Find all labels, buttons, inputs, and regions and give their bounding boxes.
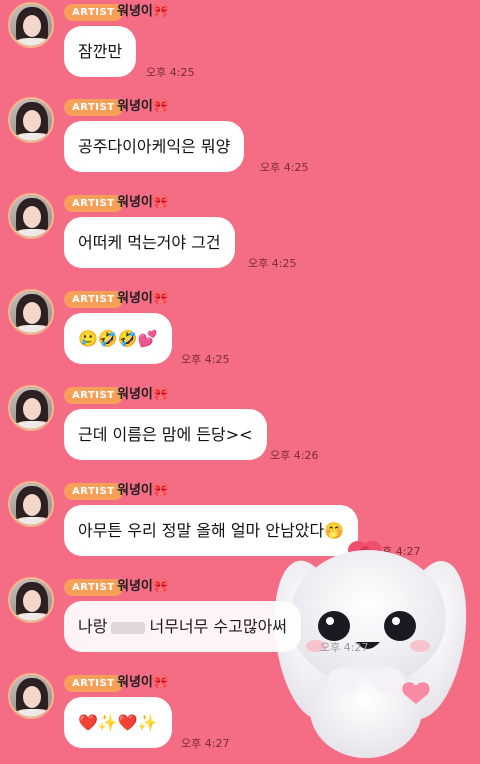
avatar[interactable] [8,97,54,143]
avatar[interactable] [8,193,54,239]
artist-badge: ARTIST [64,4,123,21]
message-bubble[interactable]: 어떠케 먹는거야 그건 [64,217,235,268]
message-time: 오후 4:26 [270,449,319,462]
artist-badge: ARTIST [64,195,123,212]
sender-name: 워녕이🎀 [117,579,170,594]
message-text-start: 나랑 [78,617,108,636]
chat-message: ARTIST 워녕이🎀 잠깐만 오후 4:25 [0,2,480,98]
sender-name: 워녕이🎀 [117,387,170,402]
chat-message: ARTIST 워녕이🎀 공주다이아케익은 뭐양 오후 4:25 [0,97,480,193]
chat-area: ARTIST 워녕이🎀 잠깐만 오후 4:25 ARTIST 워녕이🎀 공주다이… [0,0,480,764]
blurred-name [111,621,146,634]
avatar[interactable] [8,289,54,335]
sender-name: 워녕이🎀 [117,675,170,690]
sender-name: 워녕이🎀 [117,195,170,210]
avatar[interactable] [8,577,54,623]
message-time: 오후 4:25 [260,161,309,174]
chat-message: ARTIST 워녕이🎀 🥲🤣🤣💕 오후 4:25 [0,289,480,385]
message-time: 오후 4:27 [320,641,369,654]
avatar[interactable] [8,385,54,431]
sender-name: 워녕이🎀 [117,291,170,306]
message-bubble[interactable]: 공주다이아케익은 뭐양 [64,121,245,172]
message-bubble[interactable]: ❤️✨❤️✨ [64,697,172,748]
message-time: 오후 4:25 [146,66,195,79]
sender-name: 워녕이🎀 [117,483,170,498]
message-time: 오후 4:27 [181,737,230,750]
artist-badge: ARTIST [64,579,123,596]
chat-message: ARTIST 워녕이🎀 ❤️✨❤️✨ 오후 4:27 [0,673,480,764]
message-bubble[interactable]: 근데 이름은 맘에 든당>< [64,409,267,460]
artist-badge: ARTIST [64,675,123,692]
avatar[interactable] [8,481,54,527]
artist-badge: ARTIST [64,99,123,116]
avatar[interactable] [8,673,54,719]
message-time: 오후 4:25 [181,353,230,366]
avatar[interactable] [8,2,54,48]
sender-name: 워녕이🎀 [117,4,170,19]
message-bubble[interactable]: 잠깐만 [64,26,137,77]
message-time: 오후 4:25 [248,257,297,270]
artist-badge: ARTIST [64,387,123,404]
artist-badge: ARTIST [64,483,123,500]
message-bubble[interactable]: 나랑 너무너무 수고많아써 [64,601,302,652]
chat-message: ARTIST 워녕이🎀 어떠케 먹는거야 그건 오후 4:25 [0,193,480,289]
message-bubble[interactable]: 🥲🤣🤣💕 [64,313,172,364]
sender-name: 워녕이🎀 [117,99,170,114]
artist-badge: ARTIST [64,291,123,308]
message-text-end: 너무너무 수고많아써 [149,617,288,636]
chat-message: ARTIST 워녕이🎀 근데 이름은 맘에 든당>< 오후 4:26 [0,385,480,481]
chat-message: ARTIST 워녕이🎀 나랑 너무너무 수고많아써 오후 4:27 [0,577,480,673]
